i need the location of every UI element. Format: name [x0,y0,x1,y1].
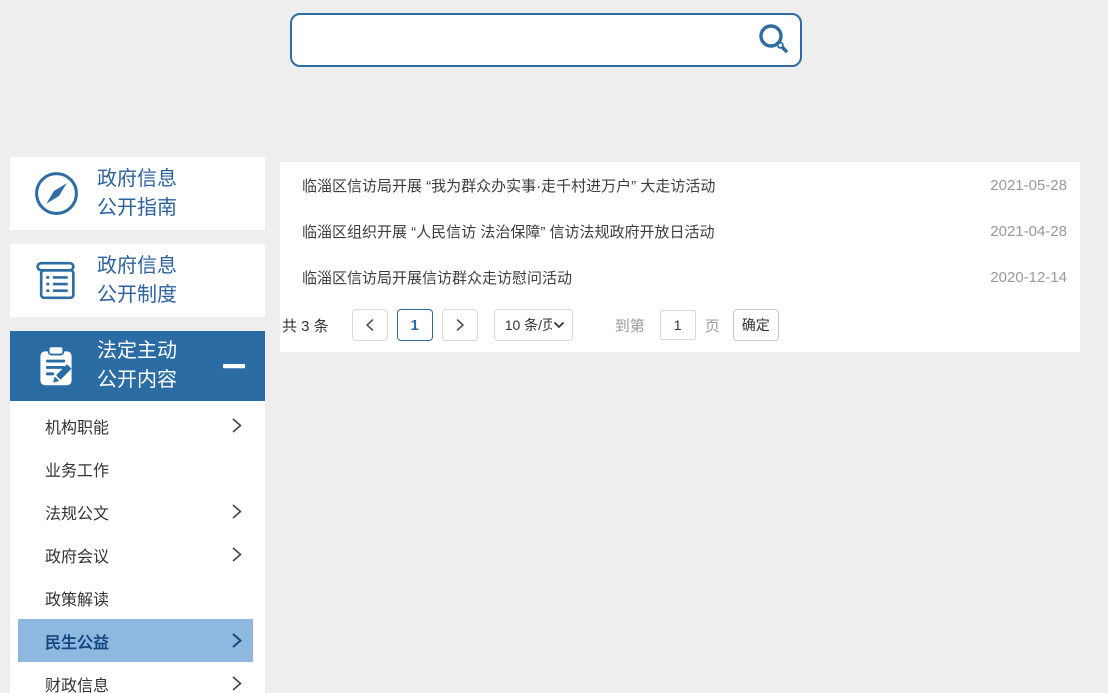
pagination-total: 共 3 条 [282,315,329,336]
news-row: 临淄区信访局开展 “我为群众办实事·走千村进万户” 大走访活动 2021-05-… [280,162,1080,208]
sidebar-item-gov-meetings[interactable]: 政府会议 [18,533,253,576]
content-panel: 临淄区信访局开展 “我为群众办实事·走千村进万户” 大走访活动 2021-05-… [280,162,1080,352]
page-size-select[interactable]: 10 条/页 [494,309,573,341]
chevron-right-icon [231,417,243,434]
collapse-minus-icon[interactable] [223,364,245,369]
sidebar-item-business-work[interactable]: 业务工作 [18,447,253,490]
sidebar-card-label: 政府信息 公开制度 [97,252,177,310]
search-input[interactable] [292,15,748,65]
confirm-button[interactable]: 确定 [733,309,779,341]
sidebar-card-label: 政府信息 公开指南 [97,165,177,223]
search-icon [756,22,792,58]
news-row: 临淄区信访局开展信访群众走访慰问活动 2020-12-14 [280,254,1080,300]
sidebar-menu: 机构职能 业务工作 法规公文 政府会议 政策解读 [10,401,265,693]
sidebar-item-label: 政策解读 [45,586,109,610]
news-date: 2020-12-14 [990,269,1067,286]
chevron-left-icon [364,318,376,332]
goto-page-input[interactable] [660,310,696,340]
news-date: 2021-05-28 [990,177,1067,194]
page: 政府信息 公开指南 政府信息 公开制度 [0,0,1108,693]
pagination: 共 3 条 1 10 条/页 到第 [280,309,1080,341]
goto-page-suffix-label: 页 [705,315,720,336]
sidebar-item-fiscal-info[interactable]: 财政信息 [18,662,253,693]
chevron-right-icon [231,546,243,563]
sidebar-item-label: 财政信息 [45,672,109,693]
goto-page-prefix-label: 到第 [615,315,645,336]
news-list: 临淄区信访局开展 “我为群众办实事·走千村进万户” 大走访活动 2021-05-… [280,162,1080,300]
next-page-button[interactable] [442,309,478,341]
search-bar [290,13,802,67]
news-title-link[interactable]: 临淄区组织开展 “人民信访 法治保障” 信访法规政府开放日活动 [302,221,970,242]
sidebar-card-label: 法定主动 公开内容 [97,337,177,395]
sidebar-item-label: 业务工作 [45,457,109,481]
chevron-right-icon [231,503,243,520]
page-size-select-wrap: 10 条/页 [494,309,573,341]
sidebar-item-policy-interpretation[interactable]: 政策解读 [18,576,253,619]
chevron-right-icon [231,675,243,692]
chevron-right-icon [454,318,466,332]
sidebar-card-disclosure-system[interactable]: 政府信息 公开制度 [10,244,265,317]
clipboard-pencil-icon [30,340,82,392]
news-title-link[interactable]: 临淄区信访局开展信访群众走访慰问活动 [302,267,970,288]
sidebar-item-label: 政府会议 [45,543,109,567]
sidebar-item-livelihood-welfare[interactable]: 民生公益 [18,619,253,662]
notebook-list-icon [30,255,82,307]
sidebar-item-label: 机构职能 [45,414,109,438]
sidebar: 政府信息 公开指南 政府信息 公开制度 [10,157,265,693]
search-button[interactable] [748,15,800,65]
compass-icon [30,168,82,220]
sidebar-item-label: 民生公益 [45,629,109,653]
sidebar-item-label: 法规公文 [45,500,109,524]
prev-page-button[interactable] [352,309,388,341]
news-row: 临淄区组织开展 “人民信访 法治保障” 信访法规政府开放日活动 2021-04-… [280,208,1080,254]
sidebar-card-disclosure-guide[interactable]: 政府信息 公开指南 [10,157,265,230]
page-1-button[interactable]: 1 [397,309,433,341]
sidebar-card-statutory-disclosure[interactable]: 法定主动 公开内容 [10,331,265,401]
news-date: 2021-04-28 [990,223,1067,240]
sidebar-item-org-functions[interactable]: 机构职能 [18,404,253,447]
chevron-right-icon [231,632,243,649]
news-title-link[interactable]: 临淄区信访局开展 “我为群众办实事·走千村进万户” 大走访活动 [302,175,970,196]
sidebar-item-regulations-documents[interactable]: 法规公文 [18,490,253,533]
